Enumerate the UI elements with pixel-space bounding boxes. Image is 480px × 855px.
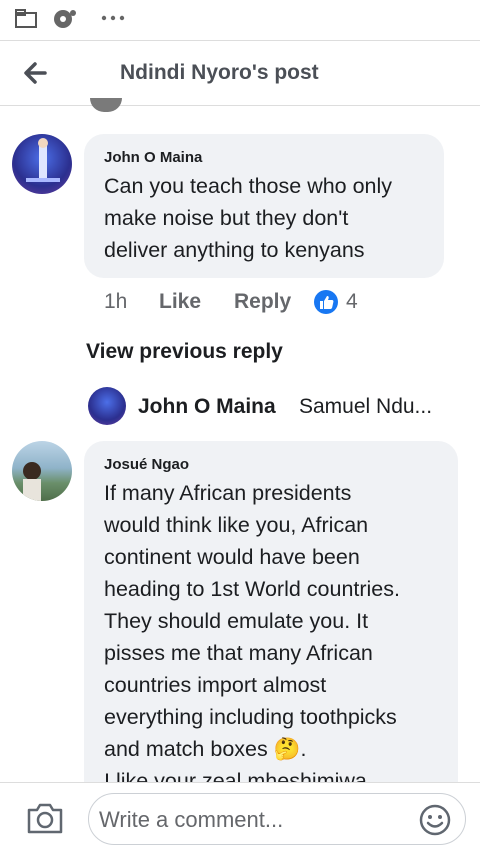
back-arrow-icon[interactable]	[18, 55, 54, 91]
comment-time: 1h	[104, 290, 128, 313]
reaction-count: 4	[346, 290, 358, 313]
comment-placeholder: Write a comment...	[99, 807, 284, 832]
comment-text: If many African presidents would think l…	[104, 481, 400, 793]
avatar[interactable]	[12, 134, 72, 194]
reply-button[interactable]: Reply	[234, 290, 291, 314]
reply-snippet: Samuel Ndu...	[299, 395, 433, 418]
comment-composer: Write a comment...	[0, 782, 480, 855]
view-previous-reply-link[interactable]: View previous reply	[86, 340, 283, 364]
disc-icon	[54, 10, 76, 28]
more-icon	[101, 15, 125, 21]
emoji-icon[interactable]	[419, 804, 451, 836]
comment-author[interactable]: John O Maina	[104, 149, 202, 166]
status-bar	[0, 0, 480, 40]
avatar[interactable]	[90, 98, 122, 112]
reply-author: John O Maina	[138, 395, 276, 418]
avatar[interactable]	[88, 387, 126, 425]
like-button[interactable]: Like	[159, 290, 201, 314]
like-reaction-icon	[314, 290, 338, 314]
folder-icon	[15, 9, 37, 28]
comment-author[interactable]: Josué Ngao	[104, 456, 189, 473]
post-header: Ndindi Nyoro's post	[0, 40, 480, 106]
person-figure-icon	[23, 462, 41, 501]
camera-icon[interactable]	[26, 801, 64, 835]
person-figure-icon	[26, 138, 60, 182]
avatar[interactable]	[12, 441, 72, 501]
comment-bubble[interactable]: John O Maina Can you teach those who onl…	[84, 134, 444, 278]
comment-input[interactable]: Write a comment...	[88, 793, 466, 845]
page-title: Ndindi Nyoro's post	[120, 61, 319, 84]
comment-text: Can you teach those who only make noise …	[104, 174, 393, 262]
comment-bubble[interactable]: Josué Ngao If many African presidents wo…	[84, 441, 458, 821]
